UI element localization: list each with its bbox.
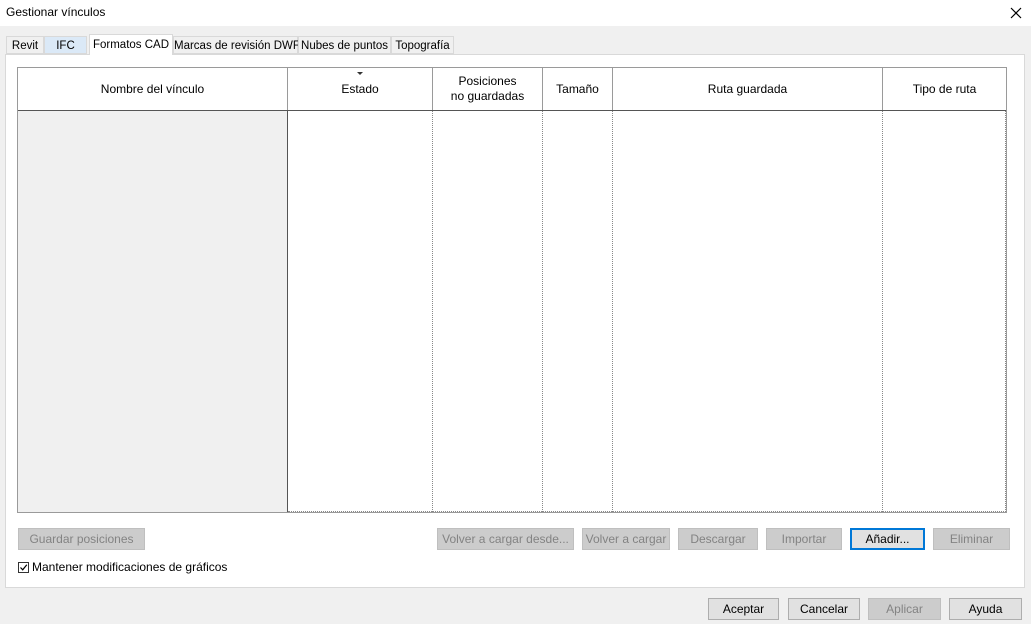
save-positions-button[interactable]: Guardar posiciones: [18, 528, 145, 550]
window-title: Gestionar vínculos: [6, 5, 106, 19]
header-posiciones-no-guardadas[interactable]: Posiciones no guardadas: [433, 68, 543, 110]
tab-revit[interactable]: Revit: [6, 36, 44, 54]
table-header: Nombre del vínculo Estado Posiciones no …: [18, 68, 1006, 111]
column-tamano: [543, 111, 613, 512]
tab-label: IFC: [56, 40, 75, 52]
tab-label: Revit: [11, 40, 39, 52]
header-label: Posiciones no guardadas: [450, 74, 525, 103]
tab-topografia[interactable]: Topografía: [391, 36, 454, 54]
cancel-button[interactable]: Cancelar: [788, 598, 860, 620]
title-bar: Gestionar vínculos: [0, 0, 1031, 26]
column-posiciones: [433, 111, 543, 512]
checkmark-icon: [20, 563, 28, 571]
tab-formatos-cad[interactable]: Formatos CAD: [89, 34, 173, 55]
header-label: Estado: [341, 81, 379, 96]
ok-button[interactable]: Aceptar: [708, 598, 779, 620]
header-label: Tamaño: [556, 81, 599, 96]
reload-from-button[interactable]: Volver a cargar desde...: [437, 528, 574, 550]
header-nombre-vinculo[interactable]: Nombre del vínculo: [18, 68, 288, 110]
tab-ifc[interactable]: IFC: [44, 36, 87, 54]
keep-graphic-overrides-checkbox[interactable]: [18, 561, 29, 573]
unload-button[interactable]: Descargar: [678, 528, 758, 550]
tab-label: Marcas de revisión DWF: [174, 40, 300, 52]
close-icon: [1010, 7, 1022, 19]
column-estado: [288, 111, 433, 512]
keep-graphic-overrides-label: Mantener modificaciones de gráficos: [32, 560, 228, 574]
tab-nubes-puntos[interactable]: Nubes de puntos: [298, 36, 391, 54]
column-nombre-vinculo: [18, 111, 288, 512]
header-ruta-guardada[interactable]: Ruta guardada: [613, 68, 883, 110]
close-button[interactable]: [1001, 0, 1031, 26]
remove-button[interactable]: Eliminar: [933, 528, 1010, 550]
help-button[interactable]: Ayuda: [949, 598, 1022, 620]
column-ruta-guardada: [613, 111, 883, 512]
tab-marcas-revision-dwf[interactable]: Marcas de revisión DWF: [173, 36, 300, 54]
tab-label: Topografía: [395, 40, 450, 52]
column-tipo-ruta: [883, 111, 1006, 512]
header-label: Ruta guardada: [707, 81, 788, 96]
add-button[interactable]: Añadir...: [850, 528, 925, 550]
table-bottom-border: [288, 511, 1006, 512]
tab-label: Formatos CAD: [92, 39, 170, 51]
header-tipo-ruta[interactable]: Tipo de ruta: [883, 68, 1006, 110]
keep-graphic-overrides-option[interactable]: Mantener modificaciones de gráficos: [18, 560, 227, 574]
links-table: Nombre del vínculo Estado Posiciones no …: [17, 67, 1007, 513]
header-estado[interactable]: Estado: [288, 68, 433, 110]
sort-descending-icon: [357, 72, 363, 75]
header-label: Nombre del vínculo: [100, 81, 205, 96]
reload-button[interactable]: Volver a cargar: [582, 528, 670, 550]
header-tamano[interactable]: Tamaño: [543, 68, 613, 110]
tab-label: Nubes de puntos: [301, 40, 388, 52]
apply-button[interactable]: Aplicar: [868, 598, 941, 620]
import-button[interactable]: Importar: [766, 528, 842, 550]
header-label: Tipo de ruta: [912, 81, 977, 96]
